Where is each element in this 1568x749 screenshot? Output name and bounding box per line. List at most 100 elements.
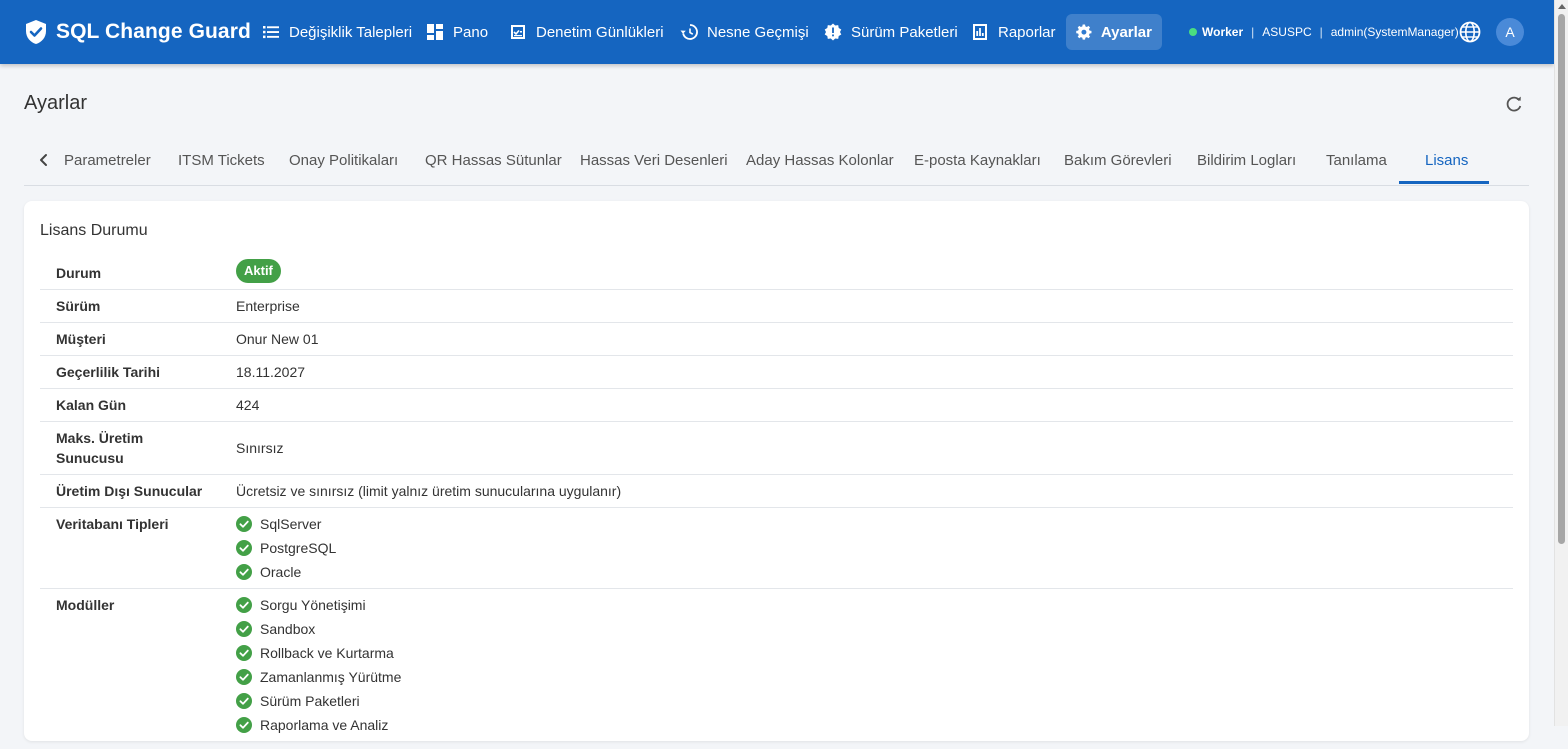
- list-item: Sürüm Paketleri: [236, 689, 401, 713]
- top-navigation-bar: SQL Change Guard Değişiklik Talepleri Pa…: [0, 0, 1554, 64]
- list-item: Raporlama ve Analiz: [236, 713, 401, 737]
- nav-label: Pano: [453, 23, 489, 41]
- list-item: Sorgu Yönetişimi: [236, 593, 401, 617]
- brand[interactable]: SQL Change Guard: [24, 18, 251, 46]
- row-label: Veritabanı Tipleri: [56, 516, 169, 532]
- check-circle-icon: [236, 564, 252, 580]
- license-row-expiry-date: Geçerlilik Tarihi 18.11.2027: [40, 356, 1513, 389]
- tab-parameters[interactable]: Parametreler: [64, 136, 151, 184]
- module-list: Sorgu Yönetişimi Sandbox Rollback ve Kur…: [236, 593, 401, 737]
- license-row-days-left: Kalan Gün 424: [40, 389, 1513, 422]
- nav-label: Sürüm Paketleri: [851, 23, 958, 41]
- module-label: Sorgu Yönetişimi: [260, 597, 366, 613]
- page-scrollbar[interactable]: [1554, 0, 1568, 726]
- nav-item-dashboard[interactable]: Pano: [416, 14, 498, 50]
- worker-label: Worker: [1202, 25, 1244, 39]
- worker-status-dot: [1189, 28, 1197, 36]
- row-label: Müşteri: [56, 331, 106, 347]
- module-label: Sürüm Paketleri: [260, 693, 360, 709]
- nav-item-object-history[interactable]: Nesne Geçmişi: [670, 14, 819, 50]
- status-badge: Aktif: [236, 259, 281, 283]
- license-row-database-types: Veritabanı Tipleri SqlServer PostgreSQL …: [40, 508, 1513, 589]
- status-separator: |: [1251, 25, 1255, 39]
- nav-item-reports[interactable]: Raporlar: [961, 14, 1066, 50]
- row-label: Sürüm: [56, 298, 101, 314]
- row-value: Aktif: [236, 259, 281, 283]
- tab-email-sources[interactable]: E-posta Kaynakları: [914, 136, 1041, 184]
- list-item: Sandbox: [236, 617, 401, 641]
- list-item: Zamanlanmış Yürütme: [236, 665, 401, 689]
- release-package-icon: [824, 23, 842, 41]
- row-value: Onur New 01: [236, 331, 319, 347]
- license-row-status: Durum Aktif: [40, 255, 1513, 290]
- worker-status: Worker | ASUSPC | admin(SystemManager): [1189, 24, 1459, 40]
- database-type-label: SqlServer: [260, 516, 322, 532]
- license-status-card: Lisans Durumu Durum Aktif Sürüm Enterpri…: [24, 201, 1529, 741]
- module-label: Rollback ve Kurtarma: [260, 645, 394, 661]
- user-avatar[interactable]: A: [1496, 18, 1524, 46]
- page-title: Ayarlar: [24, 92, 87, 114]
- row-value: Enterprise: [236, 298, 300, 314]
- tab-sensitive-data-patterns[interactable]: Hassas Veri Desenleri: [580, 136, 728, 184]
- tab-license[interactable]: Lisans: [1425, 136, 1468, 184]
- check-circle-icon: [236, 693, 252, 709]
- dashboard-icon: [427, 24, 443, 40]
- scroll-up-arrow-icon[interactable]: [1558, 4, 1566, 9]
- database-type-label: Oracle: [260, 564, 302, 580]
- row-label: Üretim Dışı Sunucular: [56, 483, 203, 499]
- license-row-modules: Modüller Sorgu Yönetişimi Sandbox Rollba…: [40, 589, 1513, 749]
- row-label: Geçerlilik Tarihi: [56, 364, 161, 380]
- row-value: 18.11.2027: [236, 364, 306, 380]
- history-icon: [680, 24, 698, 40]
- tab-approval-policies[interactable]: Onay Politikaları: [289, 136, 398, 184]
- module-label: Raporlama ve Analiz: [260, 717, 389, 733]
- nav-item-change-requests[interactable]: Değişiklik Talepleri: [252, 14, 422, 50]
- language-globe-icon[interactable]: [1458, 20, 1482, 44]
- nav-label: Raporlar: [998, 23, 1056, 41]
- row-label: Modüller: [56, 597, 115, 613]
- shield-check-icon: [26, 20, 46, 44]
- user-name: admin(SystemManager): [1330, 25, 1459, 39]
- tab-candidate-sensitive-columns[interactable]: Aday Hassas Kolonlar: [746, 136, 894, 184]
- row-label: Maks. Üretim Sunucusu: [56, 430, 144, 466]
- database-type-list: SqlServer PostgreSQL Oracle: [236, 512, 336, 584]
- check-circle-icon: [236, 516, 252, 532]
- host-name: ASUSPC: [1262, 25, 1312, 39]
- tab-qr-sensitive-columns[interactable]: QR Hassas Sütunlar: [425, 136, 562, 184]
- nav-item-release-packages[interactable]: Sürüm Paketleri: [814, 14, 968, 50]
- tab-diagnostics[interactable]: Tanılama: [1326, 136, 1387, 184]
- nav-label: Denetim Günlükleri: [536, 23, 664, 41]
- nav-item-audit-logs[interactable]: Denetim Günlükleri: [499, 14, 674, 50]
- row-label: Durum: [56, 265, 102, 281]
- check-circle-icon: [236, 540, 252, 556]
- row-label: Kalan Gün: [56, 397, 127, 413]
- nav-label: Nesne Geçmişi: [707, 23, 809, 41]
- list-item: PostgreSQL: [236, 536, 336, 560]
- chevron-left-icon[interactable]: [34, 150, 54, 170]
- check-circle-icon: [236, 621, 252, 637]
- nav-label: Değişiklik Talepleri: [289, 23, 413, 41]
- license-row-edition: Sürüm Enterprise: [40, 290, 1513, 323]
- active-tab-indicator: [1399, 181, 1489, 184]
- tab-itsm-tickets[interactable]: ITSM Tickets: [178, 136, 265, 184]
- list-item: Rollback ve Kurtarma: [236, 641, 401, 665]
- list-item: Oracle: [236, 560, 336, 584]
- list-icon: [263, 26, 279, 39]
- license-row-customer: Müşteri Onur New 01: [40, 323, 1513, 356]
- check-circle-icon: [236, 717, 252, 733]
- refresh-icon[interactable]: [1504, 94, 1524, 114]
- tab-notification-logs[interactable]: Bildirim Logları: [1197, 136, 1296, 184]
- scrollbar-thumb[interactable]: [1558, 14, 1565, 544]
- status-separator: |: [1319, 25, 1323, 39]
- tab-maintenance-tasks[interactable]: Bakım Görevleri: [1064, 136, 1172, 184]
- license-row-max-production-servers: Maks. Üretim Sunucusu Sınırsız: [40, 422, 1513, 475]
- nav-item-settings[interactable]: Ayarlar: [1066, 14, 1162, 50]
- check-circle-icon: [236, 597, 252, 613]
- nav-label: Ayarlar: [1100, 23, 1152, 41]
- row-value: Sınırsız: [236, 440, 284, 456]
- app-title: SQL Change Guard: [56, 20, 251, 43]
- settings-tabs: Parametreler ITSM Tickets Onay Politikal…: [24, 136, 1529, 186]
- bar-chart-icon: [973, 24, 987, 40]
- audit-log-icon: [511, 25, 525, 39]
- database-type-label: PostgreSQL: [260, 540, 337, 556]
